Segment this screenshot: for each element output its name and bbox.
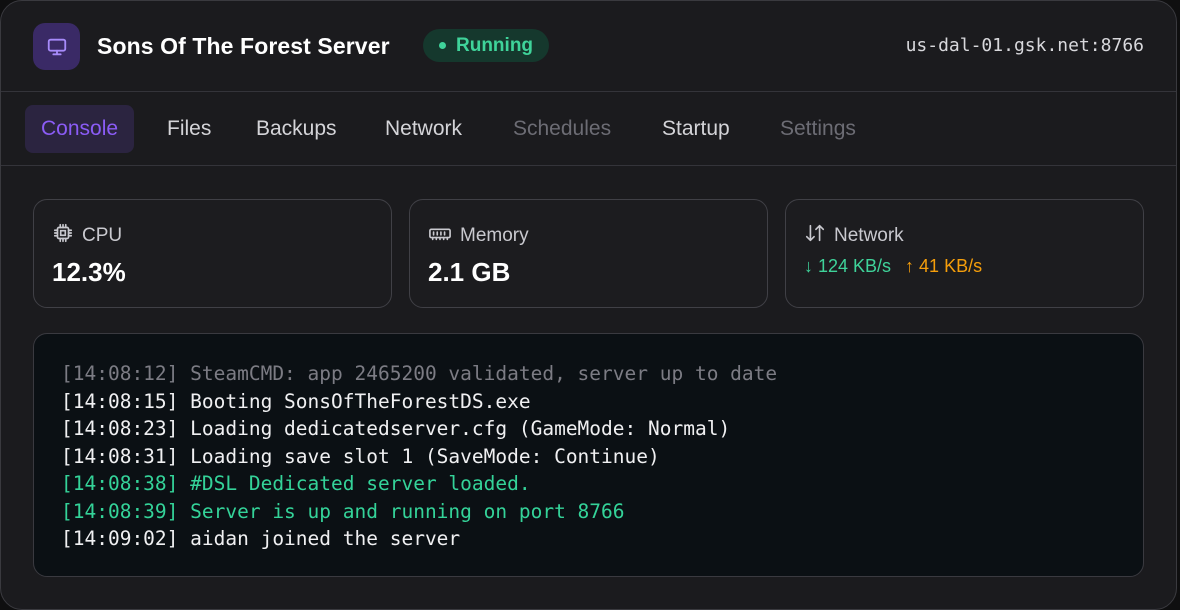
memory-label: Memory [460,225,529,246]
memory-value: 2.1 GB [428,257,511,287]
memory-card: Memory 2.1 GB [409,199,768,308]
console-line: [14:08:23] Loading dedicatedserver.cfg (… [61,417,731,440]
console-line: [14:09:02] aidan joined the server [61,527,461,550]
tab-console[interactable]: Console [25,105,135,153]
console-line: [14:08:12] SteamCMD: app 2465200 validat… [61,362,778,385]
cpu-icon [52,222,74,250]
monitor-icon [33,23,80,70]
console-line: [14:08:39] Server is up and running on p… [61,499,625,523]
download-rate: ↓ 124 KB/s [804,256,892,276]
console-line: [14:08:15] Booting SonsOfTheForestDS.exe [61,389,531,413]
tab-bar: Console Files Backups Network Schedules … [1,93,1176,166]
console-line: [14:08:31] Loading save slot 1 (SaveMode… [61,444,660,468]
memory-icon [428,222,452,250]
tab-settings[interactable]: Settings [764,105,872,153]
upload-rate: ↑ 41 KB/s [905,256,983,276]
tab-network[interactable]: Network [369,105,478,153]
tab-schedules[interactable]: Schedules [497,105,627,153]
status-badge: Running [423,29,550,62]
console-line: [14:08:38] #DSL Dedicated server loaded. [61,472,531,495]
server-title: Sons Of The Forest Server [97,33,390,59]
cpu-card: CPU 12.3% [33,199,392,308]
status-label: Running [456,34,534,56]
console-output[interactable]: [14:08:12] SteamCMD: app 2465200 validat… [33,333,1144,577]
network-label: Network [834,225,904,246]
server-address[interactable]: us-dal-01.gsk.net:8766 [906,35,1144,56]
cpu-value: 12.3% [52,257,126,287]
tab-backups[interactable]: Backups [240,105,353,153]
server-panel: Sons Of The Forest Server Running us-dal… [0,0,1177,610]
tab-startup[interactable]: Startup [646,105,746,153]
tab-files[interactable]: Files [151,105,227,153]
cpu-label: CPU [82,225,123,246]
transfer-icon [804,222,826,250]
status-dot-icon [439,42,446,49]
network-card: Network ↓ 124 KB/s ↑ 41 KB/s [785,199,1144,308]
server-header: Sons Of The Forest Server Running us-dal… [1,1,1176,92]
